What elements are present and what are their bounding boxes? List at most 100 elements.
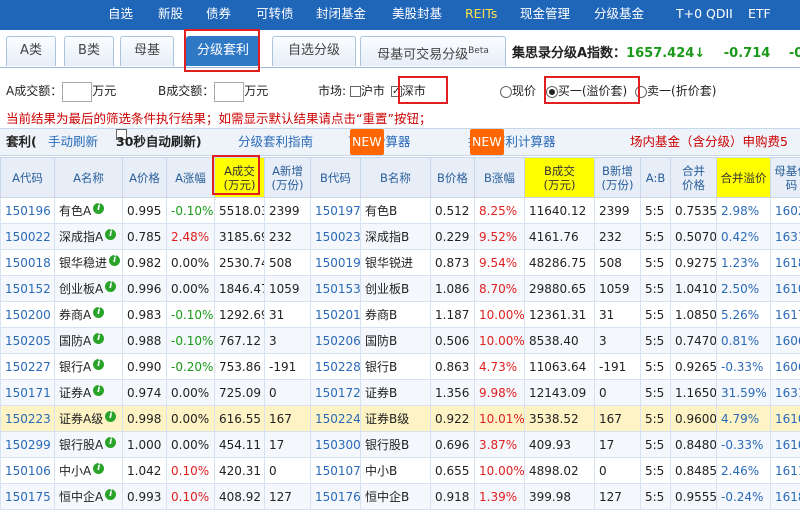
table-cell[interactable]: 150171	[1, 380, 55, 406]
info-icon[interactable]: i	[109, 255, 120, 266]
table-cell[interactable]: 150300	[311, 432, 361, 458]
tab-3[interactable]: 分级套利	[186, 36, 260, 66]
table-cell[interactable]: 150205	[1, 328, 55, 354]
table-cell[interactable]: 150019	[311, 250, 361, 276]
column-header[interactable]: B成交 (万元)	[525, 158, 595, 198]
table-row[interactable]: 150018银华稳进i0.9820.00%2530.74508150019银华锐…	[1, 250, 800, 276]
tab-1[interactable]: B类	[64, 36, 114, 66]
a-volume-input[interactable]	[62, 82, 92, 102]
table-cell[interactable]: 163113	[771, 380, 800, 406]
tab-5[interactable]: 母基可交易分级Beta	[360, 36, 506, 66]
nav-item[interactable]: ETF	[748, 0, 771, 30]
column-header[interactable]: 合并 价格	[671, 158, 717, 198]
table-cell[interactable]: 150106	[1, 458, 55, 484]
sh-checkbox[interactable]	[350, 86, 361, 97]
table-cell[interactable]: 150023	[311, 224, 361, 250]
table-row[interactable]: 150200券商Ai0.983-0.10%1292.6931150201券商B1…	[1, 302, 800, 328]
nav-item[interactable]: REITs	[465, 0, 497, 30]
table-cell[interactable]: 161812	[771, 250, 800, 276]
table-row[interactable]: 150106中小Ai1.0420.10%420.310150107中小B0.65…	[1, 458, 800, 484]
table-row[interactable]: 150022深成指Ai0.7852.48%3185.69232150023深成指…	[1, 224, 800, 250]
table-cell[interactable]: 150022	[1, 224, 55, 250]
info-icon[interactable]: i	[105, 411, 116, 422]
table-cell[interactable]: 163109	[771, 224, 800, 250]
table-cell[interactable]: 161720	[771, 302, 800, 328]
tab-0[interactable]: A类	[6, 36, 56, 66]
info-icon[interactable]: i	[93, 385, 104, 396]
column-header[interactable]: A新增 (万份)	[265, 158, 311, 198]
info-icon[interactable]: i	[105, 489, 116, 500]
table-cell[interactable]: 150224	[311, 406, 361, 432]
table-cell[interactable]: 161831	[771, 484, 800, 510]
table-row[interactable]: 150223证券A级i0.9980.00%616.55167150224证券B级…	[1, 406, 800, 432]
column-header[interactable]: A名称	[55, 158, 123, 198]
table-cell[interactable]: 150200	[1, 302, 55, 328]
column-header[interactable]: A价格	[123, 158, 167, 198]
table-cell[interactable]: 150299	[1, 432, 55, 458]
info-icon[interactable]: i	[105, 229, 116, 240]
info-icon[interactable]: i	[93, 359, 104, 370]
info-icon[interactable]: i	[105, 281, 116, 292]
nav-item[interactable]: 债券	[206, 0, 231, 30]
table-cell[interactable]: 160630	[771, 328, 800, 354]
table-cell[interactable]: 150018	[1, 250, 55, 276]
column-header[interactable]: 合并溢价	[717, 158, 771, 198]
table-cell[interactable]: 160631	[771, 354, 800, 380]
column-header[interactable]: A代码	[1, 158, 55, 198]
sell-radio[interactable]	[635, 86, 647, 98]
nav-item[interactable]: 分级基金	[594, 0, 644, 30]
sz-checkbox[interactable]: ✓	[391, 86, 402, 97]
column-header[interactable]: B价格	[431, 158, 475, 198]
tab-4[interactable]: 自选分级	[272, 36, 356, 66]
table-cell[interactable]: 161027	[771, 406, 800, 432]
table-row[interactable]: 150175恒中企Ai0.9930.10%408.92127150176恒中企B…	[1, 484, 800, 510]
table-row[interactable]: 150299银行股Ai1.0000.00%454.1117150300银行股B0…	[1, 432, 800, 458]
nav-item[interactable]: 自选	[108, 0, 133, 30]
info-icon[interactable]: i	[93, 203, 104, 214]
nav-item[interactable]: 美股封基	[392, 0, 442, 30]
table-cell[interactable]: 150228	[311, 354, 361, 380]
table-row[interactable]: 150152创业板Ai0.9960.00%1846.471059150153创业…	[1, 276, 800, 302]
nav-item[interactable]: T+0 QDII	[676, 0, 733, 30]
info-icon[interactable]: i	[105, 437, 116, 448]
table-cell[interactable]: 150196	[1, 198, 55, 224]
table-cell[interactable]: 160221	[771, 198, 800, 224]
nav-item[interactable]: 新股	[158, 0, 183, 30]
column-header[interactable]: B名称	[361, 158, 431, 198]
table-cell[interactable]: 150172	[311, 380, 361, 406]
table-row[interactable]: 150171证券Ai0.9740.00%725.090150172证券B1.35…	[1, 380, 800, 406]
table-cell[interactable]: 161118	[771, 458, 800, 484]
table-cell[interactable]: 150107	[311, 458, 361, 484]
nav-item[interactable]: 现金管理	[520, 0, 570, 30]
table-cell[interactable]: 150176	[311, 484, 361, 510]
table-cell[interactable]: 150223	[1, 406, 55, 432]
table-row[interactable]: 150196有色Ai0.995-0.10%5518.032399150197有色…	[1, 198, 800, 224]
info-icon[interactable]: i	[93, 307, 104, 318]
column-header[interactable]: B新增 (万份)	[595, 158, 641, 198]
table-row[interactable]: 150227银行Ai0.990-0.20%753.86-191150228银行B…	[1, 354, 800, 380]
table-cell[interactable]: 150175	[1, 484, 55, 510]
column-header[interactable]: B涨幅	[475, 158, 525, 198]
info-icon[interactable]: i	[93, 463, 104, 474]
nav-item[interactable]: 可转债	[256, 0, 294, 30]
column-header[interactable]: A成交 (万元)	[215, 158, 265, 198]
table-cell[interactable]: 150197	[311, 198, 361, 224]
table-row[interactable]: 150205国防Ai0.988-0.10%767.123150206国防B0.5…	[1, 328, 800, 354]
table-cell[interactable]: 161022	[771, 276, 800, 302]
tab-2[interactable]: 母基	[120, 36, 174, 66]
table-cell[interactable]: 150153	[311, 276, 361, 302]
b-volume-input[interactable]	[214, 82, 244, 102]
info-icon[interactable]: i	[93, 333, 104, 344]
table-cell[interactable]: 150152	[1, 276, 55, 302]
table-cell[interactable]: 150227	[1, 354, 55, 380]
table-cell[interactable]: 161029	[771, 432, 800, 458]
column-header[interactable]: B代码	[311, 158, 361, 198]
table-cell[interactable]: 150206	[311, 328, 361, 354]
buy-radio[interactable]	[546, 86, 558, 98]
guide-link[interactable]: 分级套利指南	[238, 129, 313, 155]
table-cell[interactable]: 150201	[311, 302, 361, 328]
refresh-link[interactable]: 手动刷新	[48, 129, 98, 155]
column-header[interactable]: A:B	[641, 158, 671, 198]
nav-item[interactable]: 封闭基金	[316, 0, 366, 30]
price-radio[interactable]	[500, 86, 512, 98]
